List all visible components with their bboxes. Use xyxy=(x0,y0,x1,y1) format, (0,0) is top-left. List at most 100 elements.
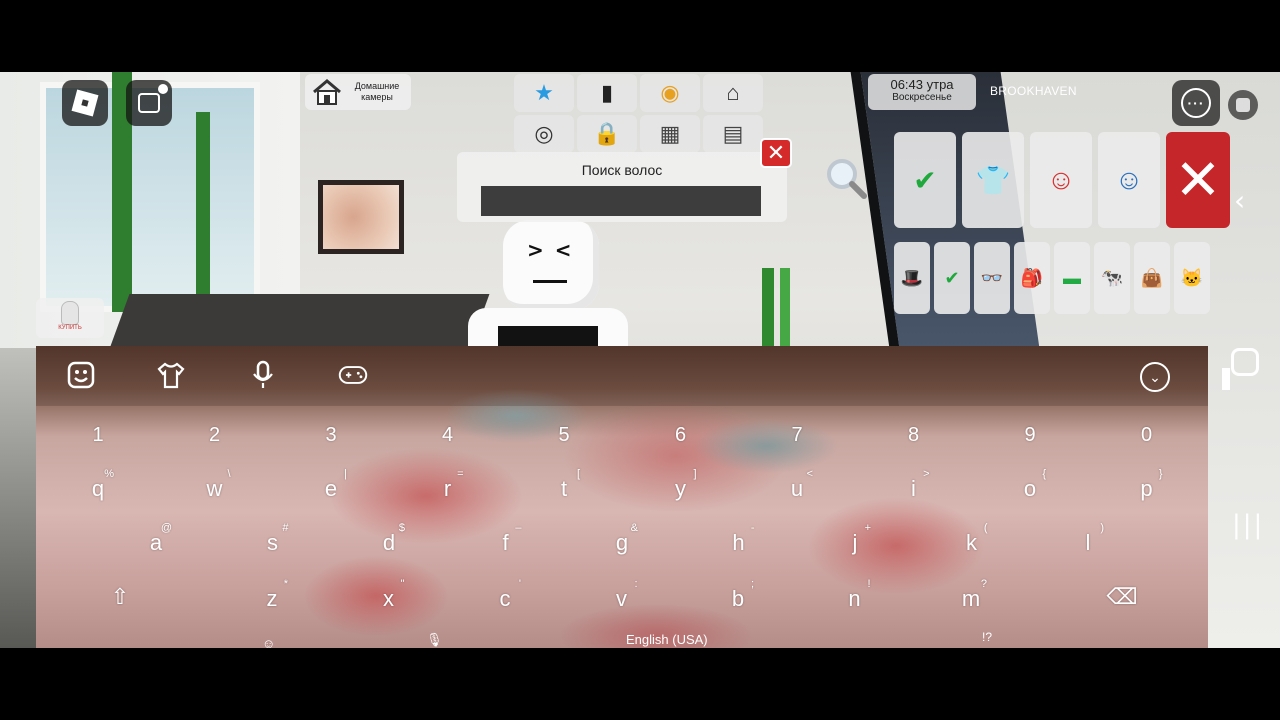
star-icon: ★ xyxy=(534,80,554,105)
letter-key[interactable]: x " xyxy=(359,578,419,612)
tool-button[interactable]: ★ xyxy=(514,74,574,112)
catalog-item[interactable]: ✔ xyxy=(934,242,970,314)
letter-key[interactable]: j + xyxy=(825,522,885,556)
buy-label: КУПИТЬ xyxy=(58,325,82,331)
key-label: z xyxy=(266,586,278,611)
backspace-key[interactable]: ⌫ xyxy=(1092,584,1152,610)
letter-key[interactable]: f – xyxy=(476,522,536,556)
number-key[interactable]: 0 xyxy=(1117,424,1177,447)
key-hint: > xyxy=(923,468,930,480)
catalog-item[interactable]: 🎒 xyxy=(1014,242,1050,314)
letter-key[interactable]: d $ xyxy=(359,522,419,556)
catalog-item[interactable]: 🐄 xyxy=(1094,242,1130,314)
letter-key[interactable]: v: xyxy=(592,578,652,612)
catalog-item[interactable]: 🐱 xyxy=(1174,242,1210,314)
key-hint: ] xyxy=(693,468,697,480)
space-language-label[interactable]: English (USA) xyxy=(626,632,708,647)
avatar-head[interactable]: > < xyxy=(503,220,599,310)
letter-key[interactable]: n! xyxy=(825,578,885,612)
letter-key[interactable]: s # xyxy=(243,522,303,556)
letter-key[interactable]: w \ xyxy=(185,468,245,502)
microphone-icon[interactable] xyxy=(248,360,278,390)
letter-key[interactable]: m? xyxy=(941,578,1001,612)
scene-curtain xyxy=(196,112,210,312)
keyboard-collapse-button[interactable]: ⌄ xyxy=(1140,362,1170,392)
letter-key[interactable]: b; xyxy=(708,578,768,612)
more-options-button[interactable]: ··· xyxy=(1172,80,1220,126)
letter-key[interactable]: e | xyxy=(301,468,361,502)
catalog-item[interactable]: ▬ xyxy=(1054,242,1090,314)
letter-key[interactable]: u < xyxy=(767,468,827,502)
android-home-icon[interactable] xyxy=(1231,348,1259,376)
letter-key[interactable]: a @ xyxy=(126,522,186,556)
hair-search-panel: Поиск волос xyxy=(457,152,787,222)
record-stop-button[interactable] xyxy=(1228,90,1258,120)
number-key[interactable]: 7 xyxy=(767,424,827,447)
letter-key[interactable]: t[ xyxy=(534,468,594,502)
chat-button[interactable] xyxy=(126,80,172,126)
letter-key[interactable]: c ' xyxy=(475,578,535,612)
emoji-icon[interactable] xyxy=(66,360,96,390)
tool-button[interactable]: ◎ xyxy=(514,115,574,153)
mic-key-icon[interactable]: 🎙 xyxy=(426,632,443,648)
letter-key[interactable]: i > xyxy=(884,468,944,502)
key-label: n xyxy=(848,586,861,611)
tool-button[interactable]: ▦ xyxy=(640,115,700,153)
game-viewport[interactable]: > < Домашние камеры ★ ▮ ◉ ⌂ ◎ 🔒 ▦ ▤ Поиск волос… xyxy=(0,72,1280,648)
letter-key[interactable]: p} xyxy=(1117,468,1177,502)
key-hint: ; xyxy=(750,578,754,590)
catalog-item[interactable]: 🎩 xyxy=(894,242,930,314)
letter-key[interactable]: r = xyxy=(418,468,478,502)
close-search-button[interactable]: ✕ xyxy=(760,138,792,168)
punctuation-key[interactable]: !? xyxy=(982,630,992,644)
tool-button[interactable]: ▤ xyxy=(703,115,763,153)
key-hint: – xyxy=(515,522,522,534)
letter-key[interactable]: q% xyxy=(68,468,128,502)
home-cameras-button[interactable]: Домашние камеры xyxy=(305,74,411,110)
avatar-body[interactable] xyxy=(468,308,628,348)
android-recents-icon[interactable]: ||| xyxy=(1232,510,1264,540)
tool-button[interactable]: ◉ xyxy=(640,74,700,112)
catalog-category-button[interactable]: ✔ xyxy=(894,132,956,228)
keyboard-toolbar: ⌄ xyxy=(36,346,1208,406)
emoji-key[interactable]: ☺ xyxy=(262,636,275,648)
number-key[interactable]: 2 xyxy=(185,424,245,447)
key-hint: ' xyxy=(518,578,521,590)
catalog-category-button[interactable]: ☺ xyxy=(1030,132,1092,228)
letter-key[interactable]: g & xyxy=(592,522,652,556)
number-key[interactable]: 4 xyxy=(418,424,478,447)
tool-button[interactable]: ▮ xyxy=(577,74,637,112)
catalog-item[interactable]: 👓 xyxy=(974,242,1010,314)
buy-button[interactable]: КУПИТЬ xyxy=(36,298,104,338)
letter-key[interactable]: z * xyxy=(242,578,302,612)
catalog-category-button[interactable]: 👕 xyxy=(962,132,1024,228)
lock-icon: 🔒 xyxy=(593,121,621,146)
shift-key[interactable]: ⇧ xyxy=(90,584,150,610)
key-hint: + xyxy=(864,522,871,534)
tool-button[interactable]: 🔒 xyxy=(577,115,637,153)
close-catalog-button[interactable]: ✕ xyxy=(1166,132,1230,228)
catalog-category-button[interactable]: ☺ xyxy=(1098,132,1160,228)
key-hint: & xyxy=(630,522,638,534)
letter-key[interactable]: k( xyxy=(942,522,1002,556)
gamepad-icon[interactable] xyxy=(338,360,368,390)
letter-key[interactable]: y] xyxy=(651,468,711,502)
letter-key[interactable]: h- xyxy=(709,522,769,556)
number-key[interactable]: 1 xyxy=(68,424,128,447)
number-key[interactable]: 6 xyxy=(651,424,711,447)
roblox-menu-button[interactable] xyxy=(62,80,108,126)
shirt-theme-icon[interactable] xyxy=(156,360,186,390)
number-key[interactable]: 9 xyxy=(1000,424,1060,447)
catalog-item[interactable]: 👜 xyxy=(1134,242,1170,314)
chevron-left-icon[interactable]: ‹ xyxy=(1234,184,1245,217)
letter-key[interactable]: o{ xyxy=(1000,468,1060,502)
hair-search-input[interactable] xyxy=(481,186,761,216)
number-key[interactable]: 3 xyxy=(301,424,361,447)
letter-key[interactable]: l) xyxy=(1058,522,1118,556)
key-label: b xyxy=(731,586,745,611)
tool-button[interactable]: ⌂ xyxy=(703,74,763,112)
number-key[interactable]: 8 xyxy=(884,424,944,447)
search-icon[interactable] xyxy=(824,156,868,200)
number-key[interactable]: 5 xyxy=(534,424,594,447)
hat-icon: 🎩 xyxy=(900,267,924,288)
